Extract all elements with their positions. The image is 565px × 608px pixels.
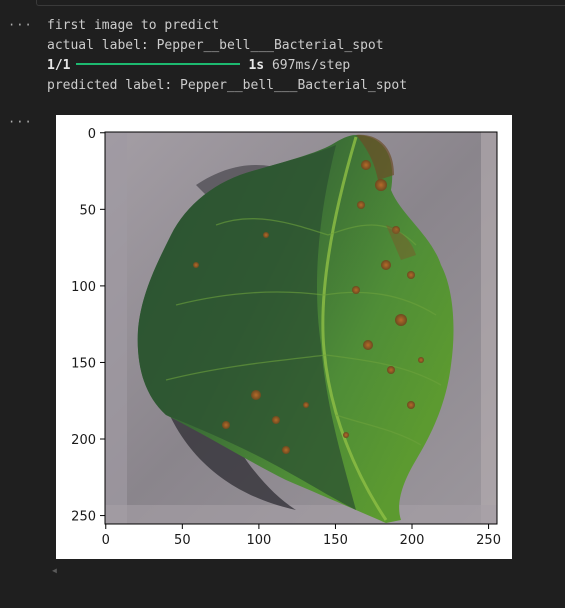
output-line-first-image: first image to predict bbox=[47, 18, 220, 33]
output-line-actual-label: actual label: Pepper__bell___Bacterial_s… bbox=[47, 38, 384, 53]
progress-per-step: 697ms/step bbox=[271, 58, 351, 73]
y-tick-label: 200 bbox=[71, 433, 96, 448]
y-tick-label: 100 bbox=[71, 280, 96, 295]
output-line-progress: 1/1 1s 697ms/step bbox=[47, 56, 350, 76]
plot-output: 0 50 100 150 200 250 0 50 100 150 200 250 bbox=[56, 115, 512, 559]
x-tick-label: 100 bbox=[246, 533, 271, 548]
output-more-actions-icon-2[interactable]: ··· bbox=[8, 115, 32, 129]
progress-steps: 1/1 bbox=[47, 58, 71, 73]
output-line-predicted-label: predicted label: Pepper__bell___Bacteria… bbox=[47, 78, 408, 93]
x-tick-label: 150 bbox=[323, 533, 348, 548]
y-tick-label: 0 bbox=[88, 127, 96, 142]
plant-image bbox=[105, 132, 497, 524]
y-tick-label: 50 bbox=[79, 203, 96, 218]
plot-figure: 0 50 100 150 200 250 0 50 100 150 200 250 bbox=[71, 127, 501, 548]
x-tick-label: 0 bbox=[102, 533, 110, 548]
x-axis: 0 50 100 150 200 250 bbox=[102, 524, 501, 548]
y-tick-label: 250 bbox=[71, 510, 96, 525]
progress-bar bbox=[76, 63, 241, 65]
y-axis: 0 50 100 150 200 250 bbox=[71, 127, 105, 525]
output-more-actions-icon[interactable]: ··· bbox=[8, 18, 32, 32]
x-tick-label: 50 bbox=[174, 533, 191, 548]
x-tick-label: 200 bbox=[400, 533, 425, 548]
scroll-left-icon[interactable]: ◀ bbox=[52, 566, 57, 576]
cell-top-border bbox=[36, 0, 565, 6]
progress-time: 1s bbox=[248, 58, 265, 73]
y-tick-label: 150 bbox=[71, 356, 96, 371]
x-tick-label: 250 bbox=[476, 533, 501, 548]
